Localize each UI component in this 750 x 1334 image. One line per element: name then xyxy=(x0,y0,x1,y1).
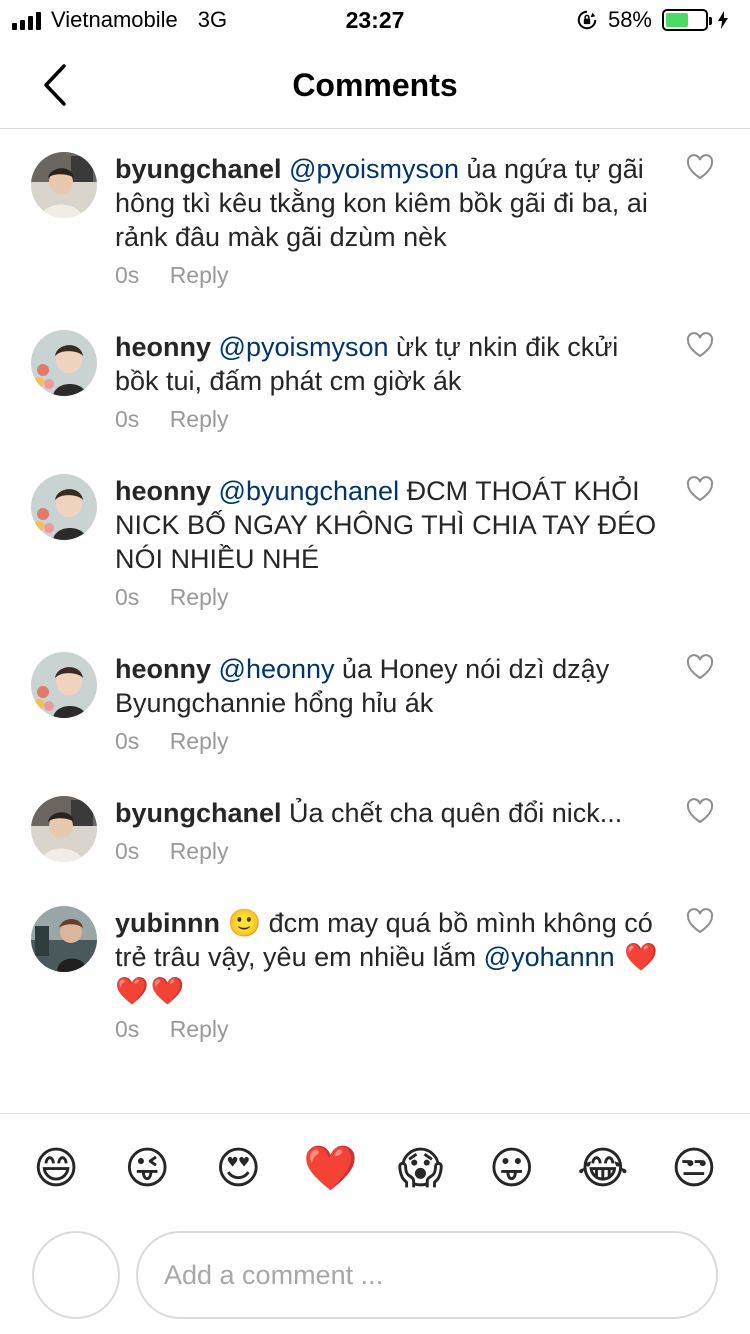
charging-bolt-icon xyxy=(718,11,728,29)
comment-body: heonny @heonny ủa Honey nói dzì dzậy Byu… xyxy=(115,652,662,720)
heart-eyes-emoji-button[interactable]: 😍 xyxy=(212,1142,264,1196)
comment-mention[interactable]: @pyoismyson xyxy=(219,332,389,362)
reply-button[interactable]: Reply xyxy=(170,728,229,755)
navigation-bar: Comments xyxy=(0,40,750,129)
comment-meta: 0s Reply xyxy=(115,584,662,611)
heart-outline-icon[interactable] xyxy=(686,654,714,680)
comment-username[interactable]: heonny xyxy=(115,476,211,506)
unamused-emoji-button[interactable]: 😒 xyxy=(668,1142,720,1196)
comment-meta: 0s Reply xyxy=(115,728,662,755)
rotation-lock-icon xyxy=(577,10,597,30)
avatar[interactable] xyxy=(31,152,97,218)
winking-tongue-emoji-button[interactable]: 😜 xyxy=(121,1142,173,1196)
avatar[interactable] xyxy=(31,796,97,862)
heart-outline-icon[interactable] xyxy=(686,332,714,358)
heart-outline-icon[interactable] xyxy=(686,798,714,824)
comment-username[interactable]: heonny xyxy=(115,654,211,684)
comment-body: heonny @pyoismyson ừk tự nkin đik ckửi b… xyxy=(115,330,662,398)
comment-meta: 0s Reply xyxy=(115,406,662,433)
screaming-emoji-button[interactable]: 😱 xyxy=(395,1142,447,1196)
comment-meta: 0s Reply xyxy=(115,838,662,865)
comment-meta: 0s Reply xyxy=(115,262,662,289)
page-title: Comments xyxy=(292,67,458,103)
comment-mention[interactable]: @byungchanel xyxy=(219,476,400,506)
composer-avatar xyxy=(32,1231,120,1319)
comment-time: 0s xyxy=(115,838,140,864)
heart-outline-icon[interactable] xyxy=(686,154,714,180)
quick-emoji-bar: 😄 😜 😍 ❤️ 😱 😛 😂 😒 xyxy=(0,1142,750,1196)
comment-time: 0s xyxy=(115,728,140,754)
comment-time: 0s xyxy=(115,1016,140,1042)
avatar[interactable] xyxy=(31,330,97,396)
tongue-emoji-button[interactable]: 😛 xyxy=(486,1142,538,1196)
comment-body: yubinnn 🙂 đcm may quá bồ mình không có t… xyxy=(115,906,662,1008)
battery-percent: 58% xyxy=(607,7,652,32)
comment-input[interactable] xyxy=(136,1231,718,1319)
comment-time: 0s xyxy=(115,262,140,288)
comment-body: byungchanel @pyoismyson ủa ngứa tự gãi h… xyxy=(115,152,662,254)
avatar[interactable] xyxy=(31,906,97,972)
reply-button[interactable]: Reply xyxy=(170,838,229,865)
comment-time: 0s xyxy=(115,584,140,610)
reply-button[interactable]: Reply xyxy=(170,406,229,433)
grinning-emoji-button[interactable]: 😄 xyxy=(30,1142,82,1196)
reply-button[interactable]: Reply xyxy=(170,1016,229,1043)
avatar[interactable] xyxy=(31,652,97,718)
comment-item: byungchanel @pyoismyson ủa ngứa tự gãi h… xyxy=(0,152,750,289)
comment-mention[interactable]: @heonny xyxy=(219,654,335,684)
comment-item: heonny @pyoismyson ừk tự nkin đik ckửi b… xyxy=(0,330,750,433)
comment-body: heonny @byungchanel ĐCM THOÁT KHỎI NICK … xyxy=(115,474,662,576)
battery-icon xyxy=(662,9,712,31)
tears-of-joy-emoji-button[interactable]: 😂 xyxy=(577,1142,629,1196)
reply-button[interactable]: Reply xyxy=(170,262,229,289)
comment-item: heonny @heonny ủa Honey nói dzì dzậy Byu… xyxy=(0,652,750,755)
comment-text: Ủa chết cha quên đổi nick... xyxy=(281,798,623,828)
comment-time: 0s xyxy=(115,406,140,432)
red-heart-emoji-button[interactable]: ❤️ xyxy=(303,1142,358,1196)
comment-username[interactable]: yubinnn xyxy=(115,908,220,938)
heart-outline-icon[interactable] xyxy=(686,908,714,934)
comment-item: yubinnn 🙂 đcm may quá bồ mình không có t… xyxy=(0,906,750,1043)
avatar[interactable] xyxy=(31,474,97,540)
heart-outline-icon[interactable] xyxy=(686,476,714,502)
comment-username[interactable]: byungchanel xyxy=(115,798,282,828)
comment-body: byungchanel Ủa chết cha quên đổi nick... xyxy=(115,796,662,830)
comment-mention[interactable]: @yohannn xyxy=(484,942,615,972)
reply-button[interactable]: Reply xyxy=(170,584,229,611)
comment-composer: 😄 😜 😍 ❤️ 😱 😛 😂 😒 xyxy=(0,1113,750,1334)
status-bar: Vietnamobile 3G 23:27 58% xyxy=(0,0,750,40)
comment-username[interactable]: byungchanel xyxy=(115,154,282,184)
comment-item: byungchanel Ủa chết cha quên đổi nick...… xyxy=(0,796,750,865)
comment-mention[interactable]: @pyoismyson xyxy=(289,154,459,184)
comment-username[interactable]: heonny xyxy=(115,332,211,362)
comment-item: heonny @byungchanel ĐCM THOÁT KHỎI NICK … xyxy=(0,474,750,611)
comment-meta: 0s Reply xyxy=(115,1016,662,1043)
